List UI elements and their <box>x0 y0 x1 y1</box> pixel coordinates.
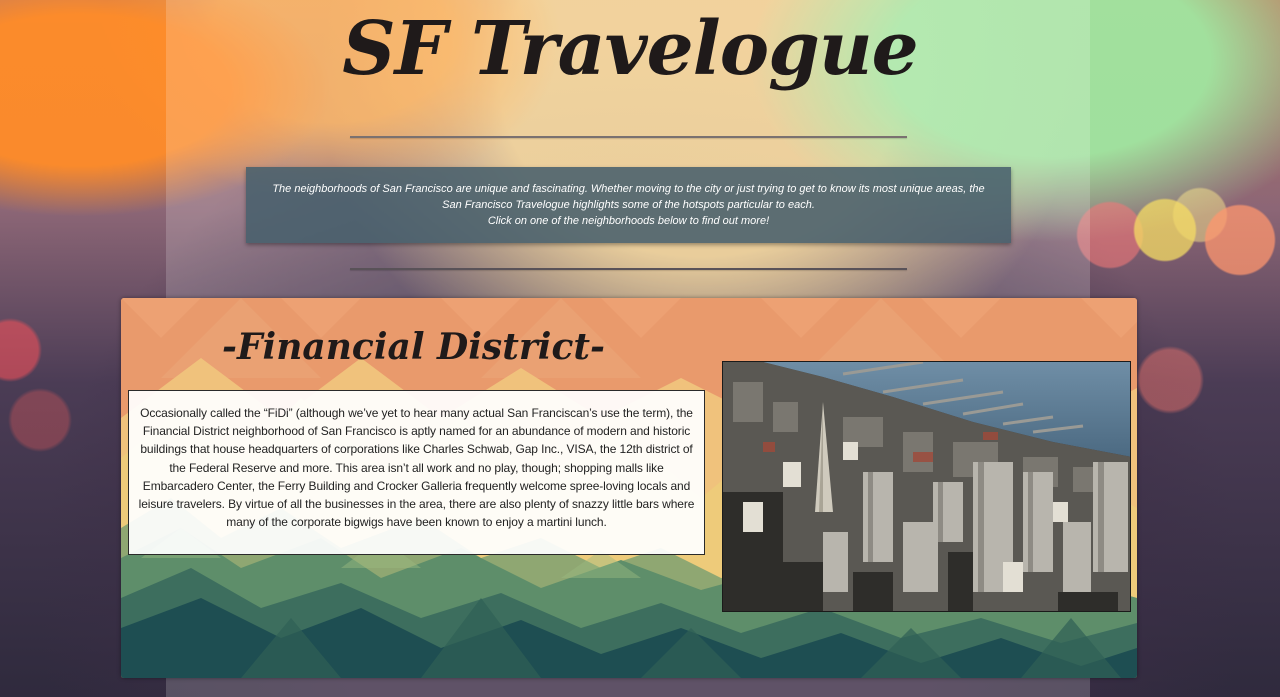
intro-cta: Click on one of the neighborhoods below … <box>487 215 770 227</box>
intro-box: The neighborhoods of San Francisco are u… <box>246 167 1011 243</box>
page-title: SF Travelogue <box>342 6 919 92</box>
aerial-city-photo <box>723 362 1130 611</box>
neighborhood-card-financial-district[interactable]: -Financial District- Occasionally called… <box>121 298 1137 678</box>
neighborhood-title: -Financial District- <box>222 326 605 368</box>
title-divider <box>350 136 907 138</box>
intro-divider <box>350 268 907 270</box>
neighborhood-description: Occasionally called the “FiDi” (although… <box>128 390 705 555</box>
intro-text: The neighborhoods of San Francisco are u… <box>272 183 985 211</box>
neighborhood-photo[interactable] <box>722 361 1131 612</box>
